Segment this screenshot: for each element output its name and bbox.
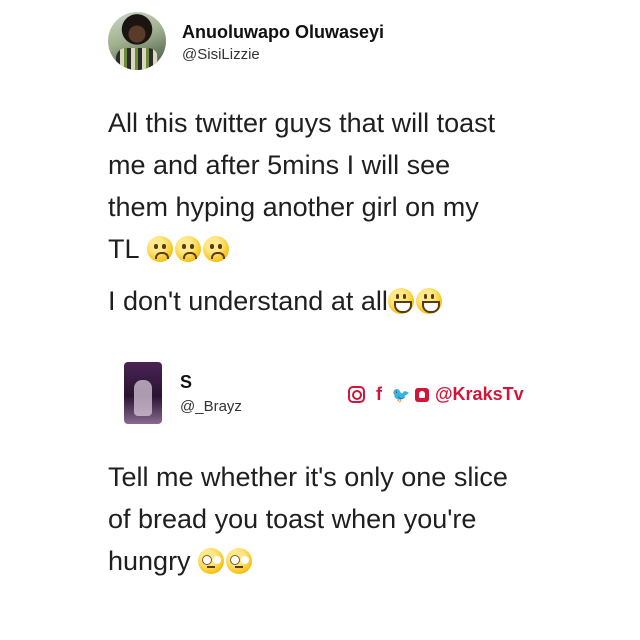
instagram-icon — [348, 386, 365, 403]
eye-roll-face-icon — [226, 548, 253, 574]
tweet-line-emoji: TL — [108, 228, 558, 270]
reply-text: Tell me whether it's only one slice of b… — [108, 456, 558, 582]
facebook-icon: f — [376, 384, 382, 404]
sad-tear-face-icon — [203, 236, 230, 262]
tweet-author-handle[interactable]: @SisiLizzie — [182, 46, 260, 63]
tweet-author-name[interactable]: Anuoluwapo Oluwaseyi — [182, 22, 384, 43]
tweet-text: All this twitter guys that will toast me… — [108, 102, 558, 322]
twitter-icon: 🐦 — [391, 386, 411, 404]
credit-handle: @KraksTv — [435, 384, 524, 404]
reply-author-handle[interactable]: @_Brayz — [180, 398, 242, 415]
reply-line-emoji: hungry — [108, 540, 558, 582]
sad-tear-face-icon — [147, 236, 174, 262]
reply-line: Tell me whether it's only one slice — [108, 462, 508, 492]
tweet-line: me and after 5mins I will see — [108, 150, 451, 180]
avatar-anuoluwapo[interactable] — [108, 12, 166, 70]
grinning-face-icon — [415, 288, 442, 314]
grinning-face-icon — [387, 288, 414, 314]
kraks-credit: f 🐦 @KraksTv — [348, 384, 524, 405]
tweet-line: All this twitter guys that will toast — [108, 108, 496, 138]
eye-roll-face-icon — [198, 548, 225, 574]
reply-author-name[interactable]: S — [180, 372, 192, 393]
sad-tear-face-icon — [175, 236, 202, 262]
snapchat-icon — [415, 387, 429, 402]
avatar-s[interactable] — [124, 362, 162, 424]
tweet-line: TL — [108, 234, 140, 264]
tweet-line: them hyping another girl on my — [108, 192, 479, 222]
reply-line: hungry — [108, 546, 191, 576]
tweet-line: I don't understand at all — [108, 286, 388, 316]
reply-line: of bread you toast when you're — [108, 504, 477, 534]
tweet-line-emoji: I don't understand at all — [108, 280, 558, 322]
